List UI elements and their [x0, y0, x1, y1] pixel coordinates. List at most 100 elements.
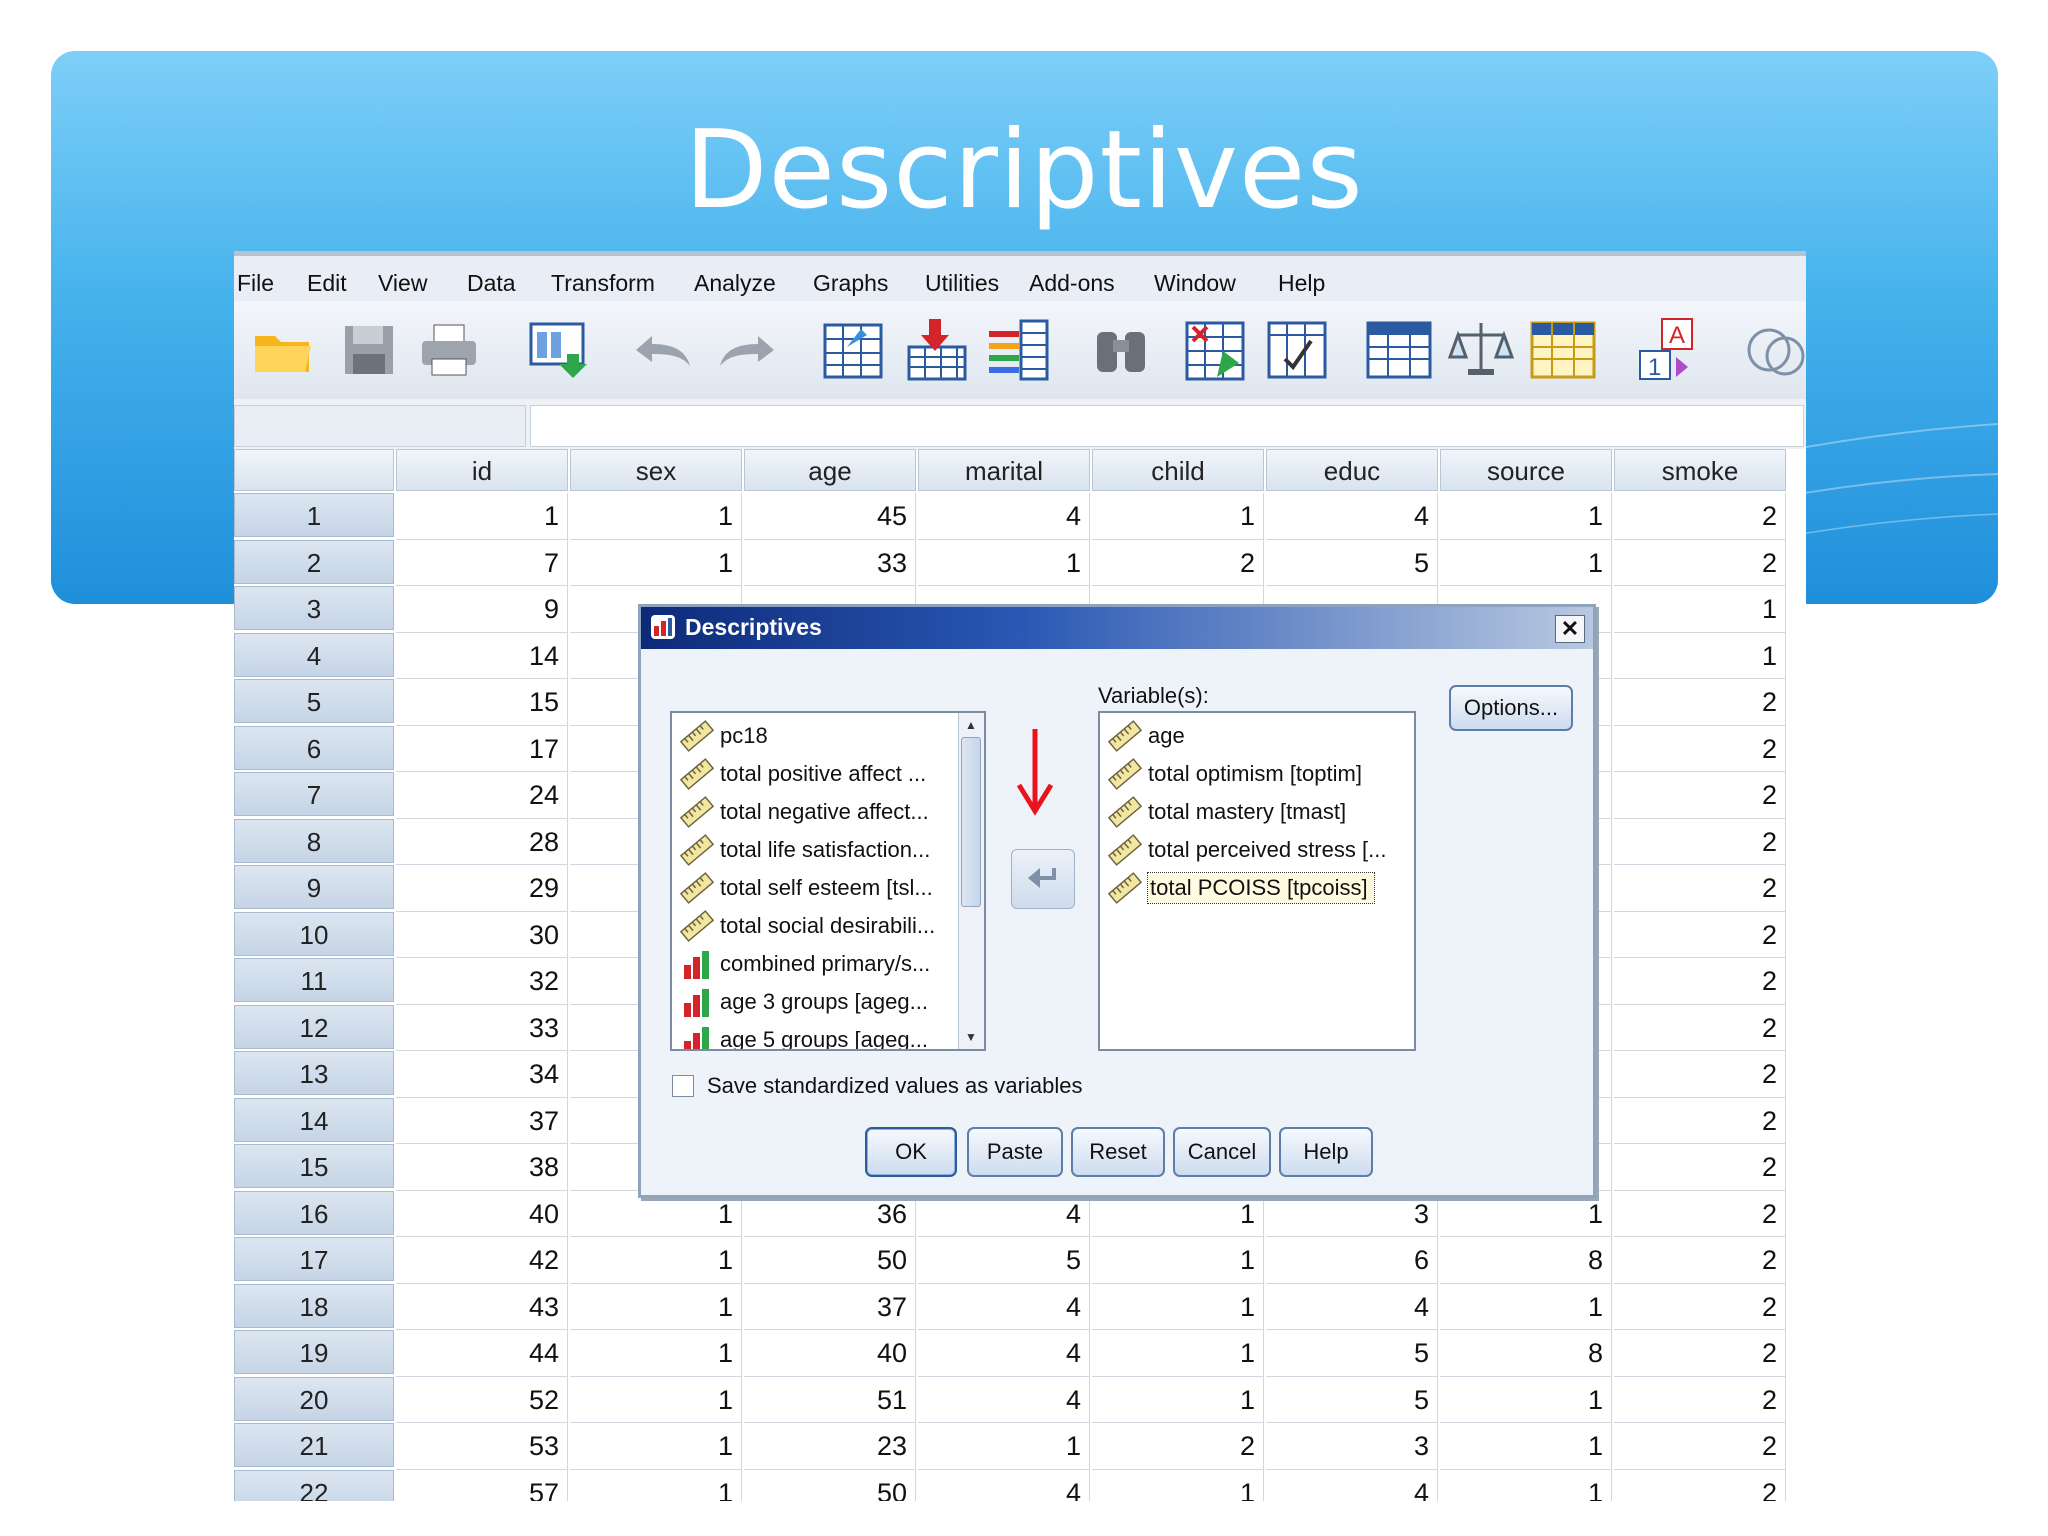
table-cell[interactable]: 1 — [396, 493, 568, 540]
cell-editor-input[interactable] — [530, 405, 1804, 447]
column-header[interactable]: sex — [570, 449, 742, 491]
table-cell[interactable]: 3 — [1266, 1423, 1438, 1470]
table-cell[interactable]: 5 — [918, 1237, 1090, 1284]
table-cell[interactable]: 1 — [918, 539, 1090, 586]
target-variable-list[interactable]: age total optimism [toptim] total mastery … — [1098, 711, 1416, 1051]
options-button[interactable]: Options... — [1449, 685, 1573, 731]
menu-analyze[interactable]: Analyze — [694, 270, 776, 297]
table-cell[interactable]: 14 — [396, 632, 568, 679]
undo-icon[interactable] — [628, 311, 698, 389]
split-file-icon[interactable] — [1364, 311, 1434, 389]
source-list-item[interactable]: combined primary/s... — [672, 945, 984, 983]
row-header[interactable]: 15 — [234, 1144, 394, 1188]
table-cell[interactable]: 2 — [1614, 493, 1786, 540]
source-list-item[interactable]: pc18 — [672, 717, 984, 755]
table-cell[interactable]: 1 — [918, 1423, 1090, 1470]
table-cell[interactable]: 1 — [1440, 1376, 1612, 1423]
table-cell[interactable]: 2 — [1614, 1237, 1786, 1284]
menu-view[interactable]: View — [378, 270, 427, 297]
row-header[interactable]: 21 — [234, 1423, 394, 1467]
table-cell[interactable]: 8 — [1440, 1237, 1612, 1284]
row-header[interactable]: 22 — [234, 1469, 394, 1501]
table-cell[interactable]: 37 — [396, 1097, 568, 1144]
table-cell[interactable]: 50 — [744, 1469, 916, 1501]
table-cell[interactable]: 1 — [1092, 1376, 1264, 1423]
source-list-item[interactable]: total social desirabili... — [672, 907, 984, 945]
table-cell[interactable]: 1 — [570, 1330, 742, 1377]
save-standardized-checkbox[interactable] — [672, 1075, 694, 1097]
insert-variable-icon[interactable] — [984, 311, 1054, 389]
row-header[interactable]: 18 — [234, 1283, 394, 1328]
row-header[interactable]: 10 — [234, 911, 394, 956]
find-icon[interactable] — [1086, 311, 1156, 389]
table-cell[interactable]: 53 — [396, 1423, 568, 1470]
source-list-item[interactable]: total positive affect ... — [672, 755, 984, 793]
ok-button[interactable]: OK — [865, 1127, 957, 1177]
select-cases-icon[interactable] — [1180, 311, 1250, 389]
table-cell[interactable]: 1 — [1092, 1330, 1264, 1377]
table-cell[interactable]: 23 — [744, 1423, 916, 1470]
table-cell[interactable]: 40 — [396, 1190, 568, 1237]
row-header[interactable]: 1 — [234, 493, 394, 537]
table-cell[interactable]: 32 — [396, 958, 568, 1005]
row-header[interactable]: 20 — [234, 1376, 394, 1421]
table-cell[interactable]: 2 — [1614, 958, 1786, 1005]
table-cell[interactable]: 2 — [1614, 539, 1786, 586]
table-cell[interactable]: 43 — [396, 1283, 568, 1330]
table-cell[interactable]: 2 — [1614, 1144, 1786, 1191]
table-cell[interactable]: 2 — [1614, 679, 1786, 726]
row-header[interactable]: 7 — [234, 772, 394, 816]
row-header[interactable]: 11 — [234, 958, 394, 1002]
scroll-down-icon[interactable]: ▼ — [961, 1027, 981, 1047]
column-header[interactable]: age — [744, 449, 916, 491]
table-cell[interactable]: 2 — [1614, 725, 1786, 772]
menu-graphs[interactable]: Graphs — [813, 270, 888, 297]
table-cell[interactable]: 2 — [1614, 1376, 1786, 1423]
table-cell[interactable]: 28 — [396, 818, 568, 865]
row-header[interactable]: 5 — [234, 679, 394, 723]
table-cell[interactable]: 34 — [396, 1051, 568, 1098]
table-cell[interactable]: 2 — [1614, 772, 1786, 819]
table-cell[interactable]: 33 — [396, 1004, 568, 1051]
target-list-item[interactable]: total perceived stress [... — [1100, 831, 1414, 869]
table-cell[interactable]: 2 — [1614, 1423, 1786, 1470]
table-cell[interactable]: 2 — [1614, 1283, 1786, 1330]
table-cell[interactable]: 50 — [744, 1237, 916, 1284]
table-cell[interactable]: 4 — [918, 1376, 1090, 1423]
column-header[interactable]: source — [1440, 449, 1612, 491]
source-variable-list[interactable]: pc18 total positive affect ... total negat… — [670, 711, 986, 1051]
table-cell[interactable]: 1 — [1614, 632, 1786, 679]
source-list-item[interactable]: total self esteem [tsl... — [672, 869, 984, 907]
target-list-item[interactable]: age — [1100, 717, 1414, 755]
table-cell[interactable]: 5 — [1266, 1376, 1438, 1423]
reset-button[interactable]: Reset — [1071, 1127, 1165, 1177]
table-cell[interactable]: 8 — [1440, 1330, 1612, 1377]
show-all-variables-icon[interactable]: A1 — [1632, 311, 1702, 389]
column-header[interactable]: child — [1092, 449, 1264, 491]
menu-utilities[interactable]: Utilities — [925, 270, 999, 297]
row-header[interactable]: 8 — [234, 818, 394, 863]
table-cell[interactable]: 1 — [570, 1376, 742, 1423]
table-cell[interactable]: 7 — [396, 539, 568, 586]
table-cell[interactable]: 1 — [1092, 1237, 1264, 1284]
table-cell[interactable]: 1 — [1092, 1469, 1264, 1501]
row-header[interactable]: 12 — [234, 1004, 394, 1049]
table-cell[interactable]: 2 — [1614, 1469, 1786, 1501]
table-cell[interactable]: 1 — [570, 1423, 742, 1470]
table-cell[interactable]: 1 — [1092, 493, 1264, 540]
row-header[interactable]: 16 — [234, 1190, 394, 1235]
table-cell[interactable]: 24 — [396, 772, 568, 819]
table-cell[interactable]: 52 — [396, 1376, 568, 1423]
row-header[interactable]: 6 — [234, 725, 394, 770]
table-cell[interactable]: 38 — [396, 1144, 568, 1191]
source-list-item[interactable]: total negative affect... — [672, 793, 984, 831]
table-cell[interactable]: 2 — [1614, 818, 1786, 865]
row-header[interactable]: 3 — [234, 586, 394, 630]
row-header[interactable]: 17 — [234, 1237, 394, 1281]
table-cell[interactable]: 4 — [918, 1330, 1090, 1377]
menu-edit[interactable]: Edit — [307, 270, 347, 297]
table-cell[interactable]: 1 — [570, 1469, 742, 1501]
table-cell[interactable]: 5 — [1266, 539, 1438, 586]
move-variable-button[interactable] — [1011, 849, 1075, 909]
row-header[interactable]: 9 — [234, 865, 394, 909]
